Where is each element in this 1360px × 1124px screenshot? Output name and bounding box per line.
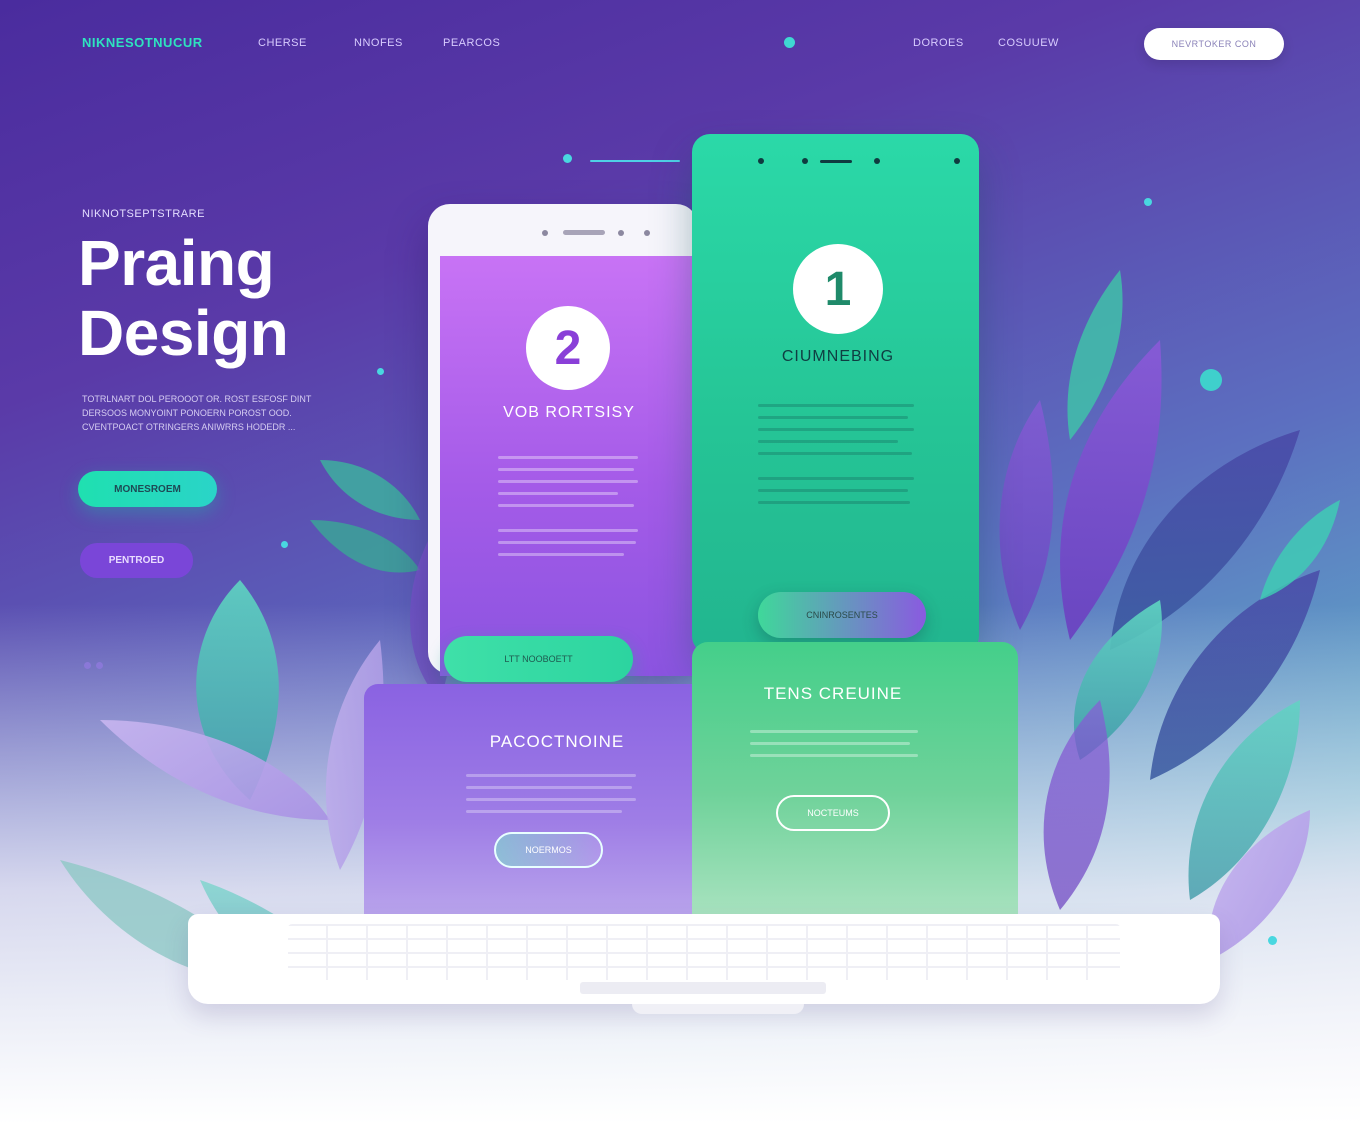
nav-cta-button[interactable]: NEVRTOKER CON	[1144, 28, 1284, 60]
decor-dot	[1200, 369, 1222, 391]
phone-screen: 2 VOB RORTSISY	[440, 256, 698, 676]
nav-link-5[interactable]: COSUUEW	[998, 37, 1059, 49]
nav-indicator-dot	[784, 37, 795, 48]
decor-dot	[563, 154, 572, 163]
laptop-base	[188, 914, 1220, 1014]
hero-title-line-2: Design	[78, 297, 289, 369]
decor-dot	[377, 368, 384, 375]
decor-dot	[96, 662, 103, 669]
phone-sensor	[618, 230, 624, 236]
phone-mockup: 2 VOB RORTSISY	[428, 204, 698, 676]
decor-dot	[1144, 198, 1152, 206]
purple-feature-panel: PACOCTNOINE NOERMOS	[364, 684, 696, 916]
step-badge-2: 2	[526, 306, 610, 390]
phone-sensor	[644, 230, 650, 236]
laptop-trackpad	[580, 982, 826, 994]
nav-link-3[interactable]: PEARCOS	[443, 37, 500, 49]
card-dot	[758, 158, 764, 164]
card-dot	[802, 158, 808, 164]
hero-description: TOTRLNART DOL PEROOOT OR. ROST ESFOSF DI…	[82, 394, 312, 432]
purple-panel-button[interactable]: NOERMOS	[494, 832, 603, 868]
decor-dot	[281, 541, 288, 548]
green-feature-panel: TENS CREUINE NOCTEUMS	[692, 642, 1018, 916]
phone-speaker	[563, 230, 605, 235]
green-card-button[interactable]: CNINROSENTES	[758, 592, 926, 638]
phone-card-text	[498, 456, 638, 565]
hero-title: Praing Design	[78, 228, 378, 368]
nav-link-1[interactable]: CHERSE	[258, 37, 307, 49]
hero-primary-button[interactable]: MONESROEM	[78, 471, 217, 507]
site-logo[interactable]: NIKNESOTNUCUR	[82, 35, 203, 50]
phone-camera	[542, 230, 548, 236]
phone-card-heading: VOB RORTSISY	[503, 404, 635, 421]
hero-title-line-1: Praing	[78, 227, 275, 299]
card-dot	[874, 158, 880, 164]
nav-link-4[interactable]: DOROES	[913, 37, 964, 49]
green-panel-text	[750, 730, 918, 766]
decor-dot	[84, 662, 91, 669]
phone-card-button[interactable]: LTT NOOBOETT	[444, 636, 633, 682]
top-navigation: NIKNESOTNUCUR CHERSE NNOFES PEARCOS DORO…	[0, 0, 1360, 90]
green-panel-heading: TENS CREUINE	[763, 684, 903, 703]
nav-link-2[interactable]: NNOFES	[354, 37, 403, 49]
step-badge-1: 1	[793, 244, 883, 334]
card-bar	[820, 160, 852, 163]
green-card-text	[758, 404, 914, 513]
laptop-notch	[632, 1004, 804, 1014]
green-card-heading: CIUMNEBING	[781, 348, 895, 365]
green-panel-button[interactable]: NOCTEUMS	[776, 795, 890, 831]
purple-panel-text	[466, 774, 636, 822]
hero-eyebrow: NIKNOTSEPTSTRARE	[82, 208, 205, 220]
green-card: 1 CIUMNEBING CNINROSENTES	[692, 134, 979, 654]
hero-secondary-button[interactable]: PENTROED	[80, 543, 193, 578]
laptop-keyboard	[288, 924, 1120, 980]
card-dot	[954, 158, 960, 164]
decor-line	[590, 160, 680, 162]
decor-dot	[1268, 936, 1277, 945]
